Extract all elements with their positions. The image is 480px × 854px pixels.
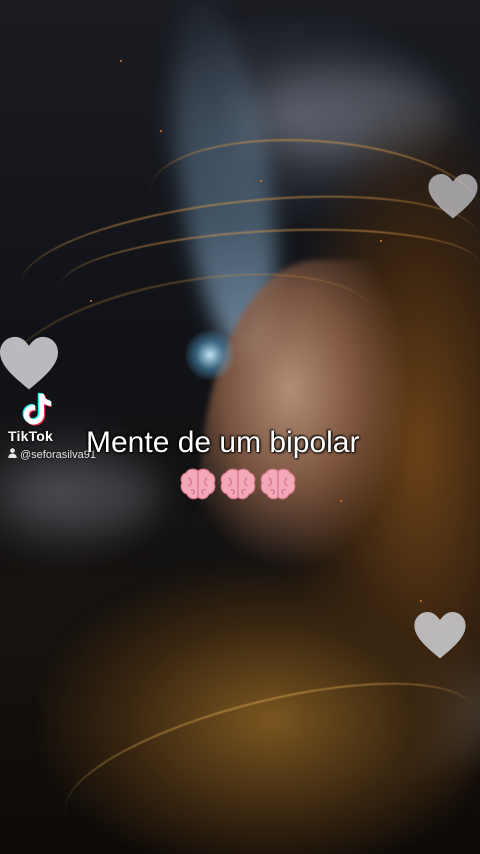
ember — [90, 300, 92, 302]
user-icon — [8, 448, 17, 461]
heart-icon — [414, 612, 466, 660]
brain-emoji — [260, 468, 296, 500]
ember — [160, 130, 162, 132]
ember — [420, 600, 422, 602]
heart-icon — [428, 174, 478, 220]
video-caption: Mente de um bipolar — [86, 426, 360, 459]
tiktok-logo-icon — [8, 392, 96, 426]
video-frame[interactable]: TikTok @seforasilva91 Mente de um bipola… — [0, 0, 480, 854]
tiktok-username: @seforasilva91 — [20, 448, 96, 461]
tiktok-brand-label: TikTok — [8, 428, 54, 444]
heart-icon — [0, 336, 58, 392]
caption-emojis — [180, 468, 296, 502]
ember — [120, 60, 122, 62]
ember — [340, 500, 342, 502]
brain-emoji — [180, 468, 216, 500]
tiktok-username-row: @seforasilva91 — [8, 448, 96, 461]
ember — [260, 180, 262, 182]
smoke-cloud — [0, 460, 160, 530]
ember — [380, 240, 382, 242]
brain-emoji — [220, 468, 256, 500]
tiktok-watermark: TikTok @seforasilva91 — [8, 392, 96, 461]
